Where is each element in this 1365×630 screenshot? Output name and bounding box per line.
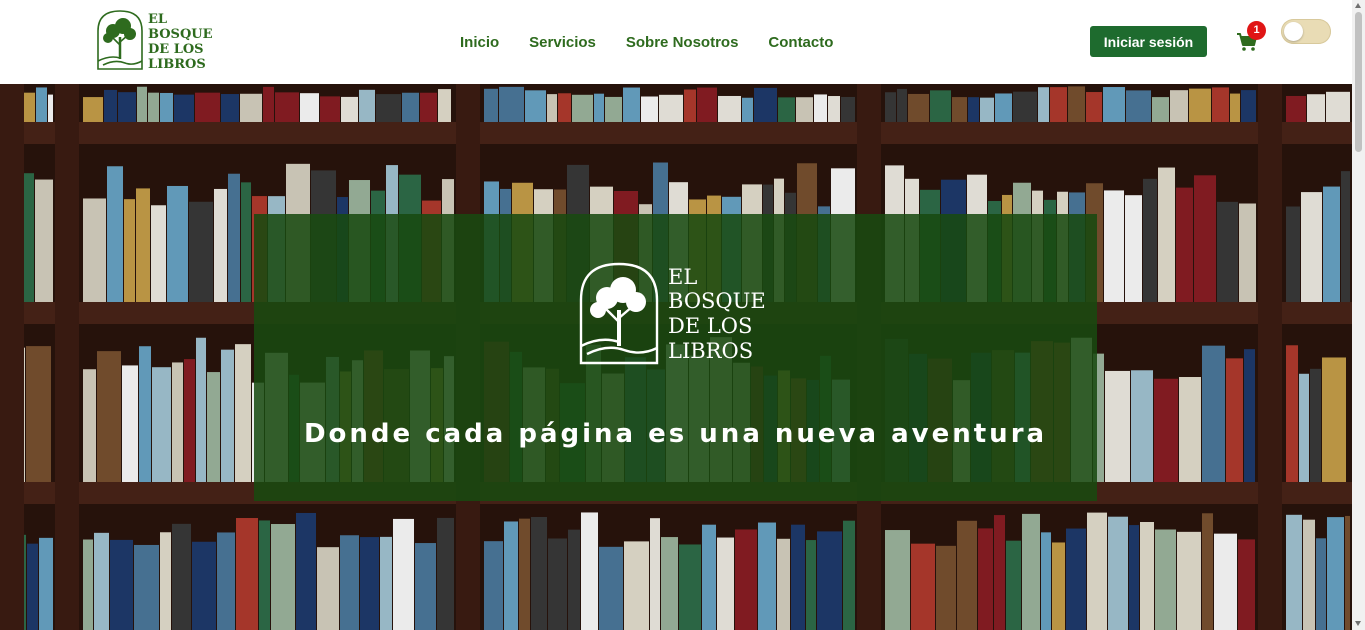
hero-tagline: Donde cada página es una nueva aventura [303, 419, 1048, 449]
page-scrollbar[interactable] [1352, 0, 1365, 630]
hero-brand-line-1: EL [668, 265, 697, 289]
cart-count-badge: 1 [1247, 21, 1266, 40]
brand-line-4: LIBROS [148, 57, 206, 71]
brand-logo[interactable]: EL BOSQUE DE LOS LIBROS [95, 9, 215, 71]
brand-line-1: EL [148, 12, 167, 27]
hero-brand-line-4: LIBROS [668, 339, 753, 363]
nav-link-inicio[interactable]: Inicio [460, 34, 499, 51]
login-button[interactable]: Iniciar sesión [1090, 26, 1207, 57]
brand-line-2: BOSQUE [148, 27, 213, 42]
hero-overlay: EL BOSQUE DE LOS LIBROS Donde cada págin… [254, 214, 1097, 501]
scroll-down-arrow-icon[interactable] [1355, 621, 1361, 626]
hero-brand-line-2: BOSQUE [668, 289, 766, 313]
nav-link-servicios[interactable]: Servicios [529, 34, 596, 51]
hero-brand-line-3: DE LOS [668, 314, 752, 338]
nav-link-sobre-nosotros[interactable]: Sobre Nosotros [626, 34, 739, 51]
brand-line-3: DE LOS [148, 42, 204, 57]
tree-arch-icon [579, 262, 659, 365]
navbar: EL BOSQUE DE LOS LIBROS Inicio Servicios… [0, 0, 1352, 84]
scroll-up-arrow-icon[interactable] [1355, 3, 1361, 8]
hero-section: EL BOSQUE DE LOS LIBROS Donde cada págin… [0, 84, 1352, 630]
hero-logo: EL BOSQUE DE LOS LIBROS [579, 262, 766, 365]
tree-arch-icon [97, 10, 143, 70]
nav-link-contacto[interactable]: Contacto [768, 34, 833, 51]
scroll-thumb[interactable] [1355, 12, 1362, 152]
toggle-knob [1284, 22, 1303, 41]
main-nav: Inicio Servicios Sobre Nosotros Contacto [460, 34, 833, 51]
theme-toggle[interactable] [1281, 19, 1331, 44]
